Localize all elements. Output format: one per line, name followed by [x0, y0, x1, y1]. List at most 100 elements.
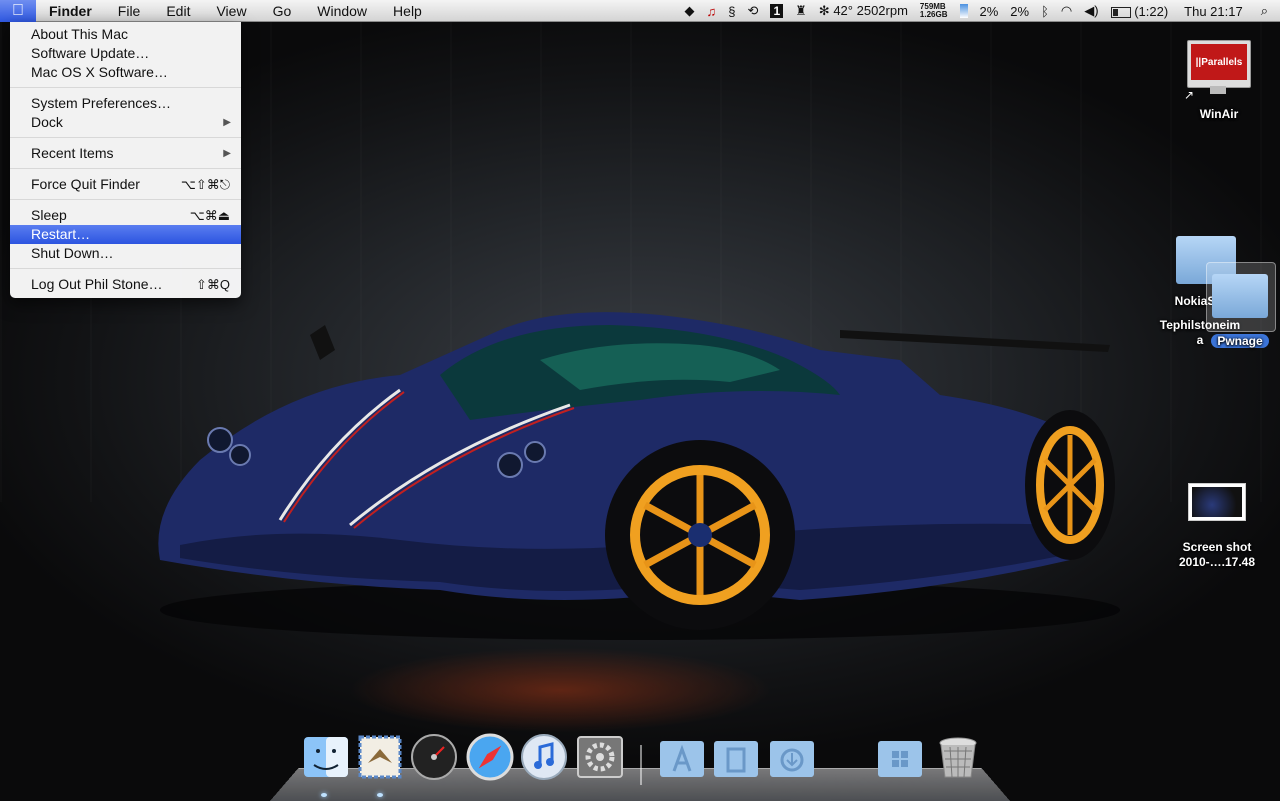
submenu-arrow-icon: ▶ [223, 117, 231, 128]
menu-item-label: About This Mac [31, 26, 129, 42]
menu-item-log-out[interactable]: Log Out Phil Stone… ⇧⌘Q [10, 275, 241, 294]
menu-item-label: Restart… [31, 226, 91, 242]
mail-icon[interactable] [356, 733, 404, 781]
cpu-usage-1[interactable]: 2% [980, 4, 999, 19]
evernote-icon[interactable]: ♫ [707, 4, 717, 19]
menu-file[interactable]: File [105, 3, 154, 19]
system-preferences-icon-graphic [577, 736, 623, 778]
parallels-monitor-icon: ||Parallels [1187, 40, 1251, 88]
menu-item-dock[interactable]: Dock ▶ [10, 113, 241, 132]
icon-label-line2: 2010-….17.48 [1178, 555, 1256, 569]
running-indicator [321, 793, 327, 797]
dashboard-icon[interactable] [410, 733, 458, 781]
desktop-icon-winair[interactable]: ||Parallels ↗ WinAir [1180, 38, 1258, 126]
menu-item-shortcut: ⌥⌘⏏ [189, 208, 230, 223]
applications-folder-icon[interactable] [658, 733, 706, 781]
menu-view[interactable]: View [203, 3, 259, 19]
volume-icon[interactable]: ◀) [1084, 3, 1098, 19]
menu-edit[interactable]: Edit [153, 3, 203, 19]
spotlight-icon[interactable]: ⌕ [1261, 3, 1268, 19]
menu-item-force-quit[interactable]: Force Quit Finder ⌥⇧⌘⎋ [10, 175, 241, 194]
parallels-badge: ||Parallels [1195, 56, 1243, 68]
menu-item-shortcut: ⌥⇧⌘⎋ [180, 177, 230, 192]
applications-folder-graphic [660, 741, 704, 777]
screenshot-thumbnail [1188, 483, 1246, 521]
system-preferences-icon[interactable] [576, 733, 624, 781]
itunes-icon[interactable] [520, 733, 568, 781]
menu-separator [10, 137, 241, 138]
time-machine-icon[interactable]: ⟲ [748, 3, 759, 19]
trash-icon[interactable] [934, 733, 982, 781]
menu-item-label: Log Out Phil Stone… [31, 276, 163, 292]
windows-folder-icon[interactable] [876, 733, 924, 781]
menu-window[interactable]: Window [304, 3, 380, 19]
apple-logo-icon:  [12, 2, 24, 20]
icon-label: Pwnage [1204, 334, 1276, 348]
menu-help[interactable]: Help [380, 3, 435, 19]
menu-clock[interactable]: Thu 21:17 [1184, 4, 1243, 19]
activity-icon[interactable] [959, 4, 968, 18]
dropbox-icon[interactable]: ◆ [685, 3, 695, 19]
wallpaper-car [140, 290, 1120, 640]
dock-separator [640, 745, 642, 785]
downloads-folder-graphic [770, 741, 814, 777]
menu-bar:  Finder File Edit View Go Window Help ◆… [0, 0, 1280, 22]
icon-label: WinAir [1199, 107, 1239, 121]
menu-item-label: System Preferences… [31, 95, 172, 111]
dashboard-icon-graphic [411, 734, 457, 780]
alias-arrow-icon: ↗ [1184, 88, 1195, 102]
finder-icon[interactable] [302, 733, 350, 781]
cpu-usage-2[interactable]: 2% [1010, 4, 1029, 19]
thumbnail-image [1192, 487, 1242, 517]
temperature-value: 42° [833, 3, 853, 18]
menu-item-recent-items[interactable]: Recent Items ▶ [10, 144, 241, 163]
desktop-icon-pwnage[interactable]: Pwnage [1204, 262, 1276, 352]
bluetooth-icon[interactable]: ᛒ [1041, 4, 1049, 19]
menu-item-mac-os-x-software[interactable]: Mac OS X Software… [10, 63, 241, 82]
safari-icon[interactable] [466, 733, 514, 781]
parallels-screen: ||Parallels [1191, 44, 1247, 80]
menu-item-label: Recent Items [31, 145, 114, 161]
spaces-indicator[interactable]: 1 [770, 4, 784, 18]
downloads-folder-icon[interactable] [768, 733, 816, 781]
memory-readout[interactable]: 759MB 1.26GB [920, 3, 948, 19]
menu-separator [10, 87, 241, 88]
menu-item-about[interactable]: About This Mac [10, 25, 241, 44]
menu-item-system-preferences[interactable]: System Preferences… [10, 94, 241, 113]
menu-item-sleep[interactable]: Sleep ⌥⌘⏏ [10, 206, 241, 225]
script-icon[interactable]: § [728, 4, 735, 19]
documents-folder-icon[interactable] [712, 733, 760, 781]
apple-menu-button[interactable]:  [0, 0, 36, 22]
icon-label-line1: Screen shot [1182, 540, 1252, 554]
menu-finder[interactable]: Finder [36, 3, 105, 19]
trash-icon-graphic [939, 737, 977, 778]
folder-icon [1212, 274, 1268, 318]
menu-item-label: Force Quit Finder [31, 176, 140, 192]
menu-item-label: Shut Down… [31, 245, 114, 261]
castle-icon[interactable]: ♜ [795, 3, 807, 19]
menu-item-label: Mac OS X Software… [31, 64, 168, 80]
menu-go[interactable]: Go [260, 3, 305, 19]
wifi-icon[interactable]: ◠ [1061, 3, 1072, 19]
fan-speed-value: 2502rpm [856, 3, 908, 18]
menu-item-label: Sleep [31, 207, 67, 223]
windows-folder-graphic [878, 741, 922, 777]
monitor-stand [1210, 86, 1226, 94]
car-illustration [158, 312, 1120, 640]
menu-item-software-update[interactable]: Software Update… [10, 44, 241, 63]
desktop-icon-screenshot[interactable]: Screen shot 2010-….17.48 [1168, 480, 1266, 572]
menu-item-shut-down[interactable]: Shut Down… [10, 244, 241, 263]
battery-status[interactable]: (1:22) [1110, 4, 1168, 19]
menu-separator [10, 168, 241, 169]
fan-icon: ✻ [818, 3, 830, 18]
temperature-readout[interactable]: ✻ 42° 2502rpm [819, 3, 908, 19]
menu-item-restart[interactable]: Restart… [10, 225, 241, 244]
menu-separator [10, 268, 241, 269]
status-menus: ◆ ♫ § ⟲ 1 ♜ ✻ 42° 2502rpm 759MB 1.26GB 2… [679, 0, 1280, 22]
icon-label-text: Pwnage [1211, 334, 1269, 348]
menu-separator [10, 199, 241, 200]
submenu-arrow-icon: ▶ [223, 148, 231, 159]
menu-item-label: Software Update… [31, 45, 150, 61]
menu-item-shortcut: ⇧⌘Q [195, 277, 230, 292]
itunes-icon-graphic [521, 734, 567, 780]
